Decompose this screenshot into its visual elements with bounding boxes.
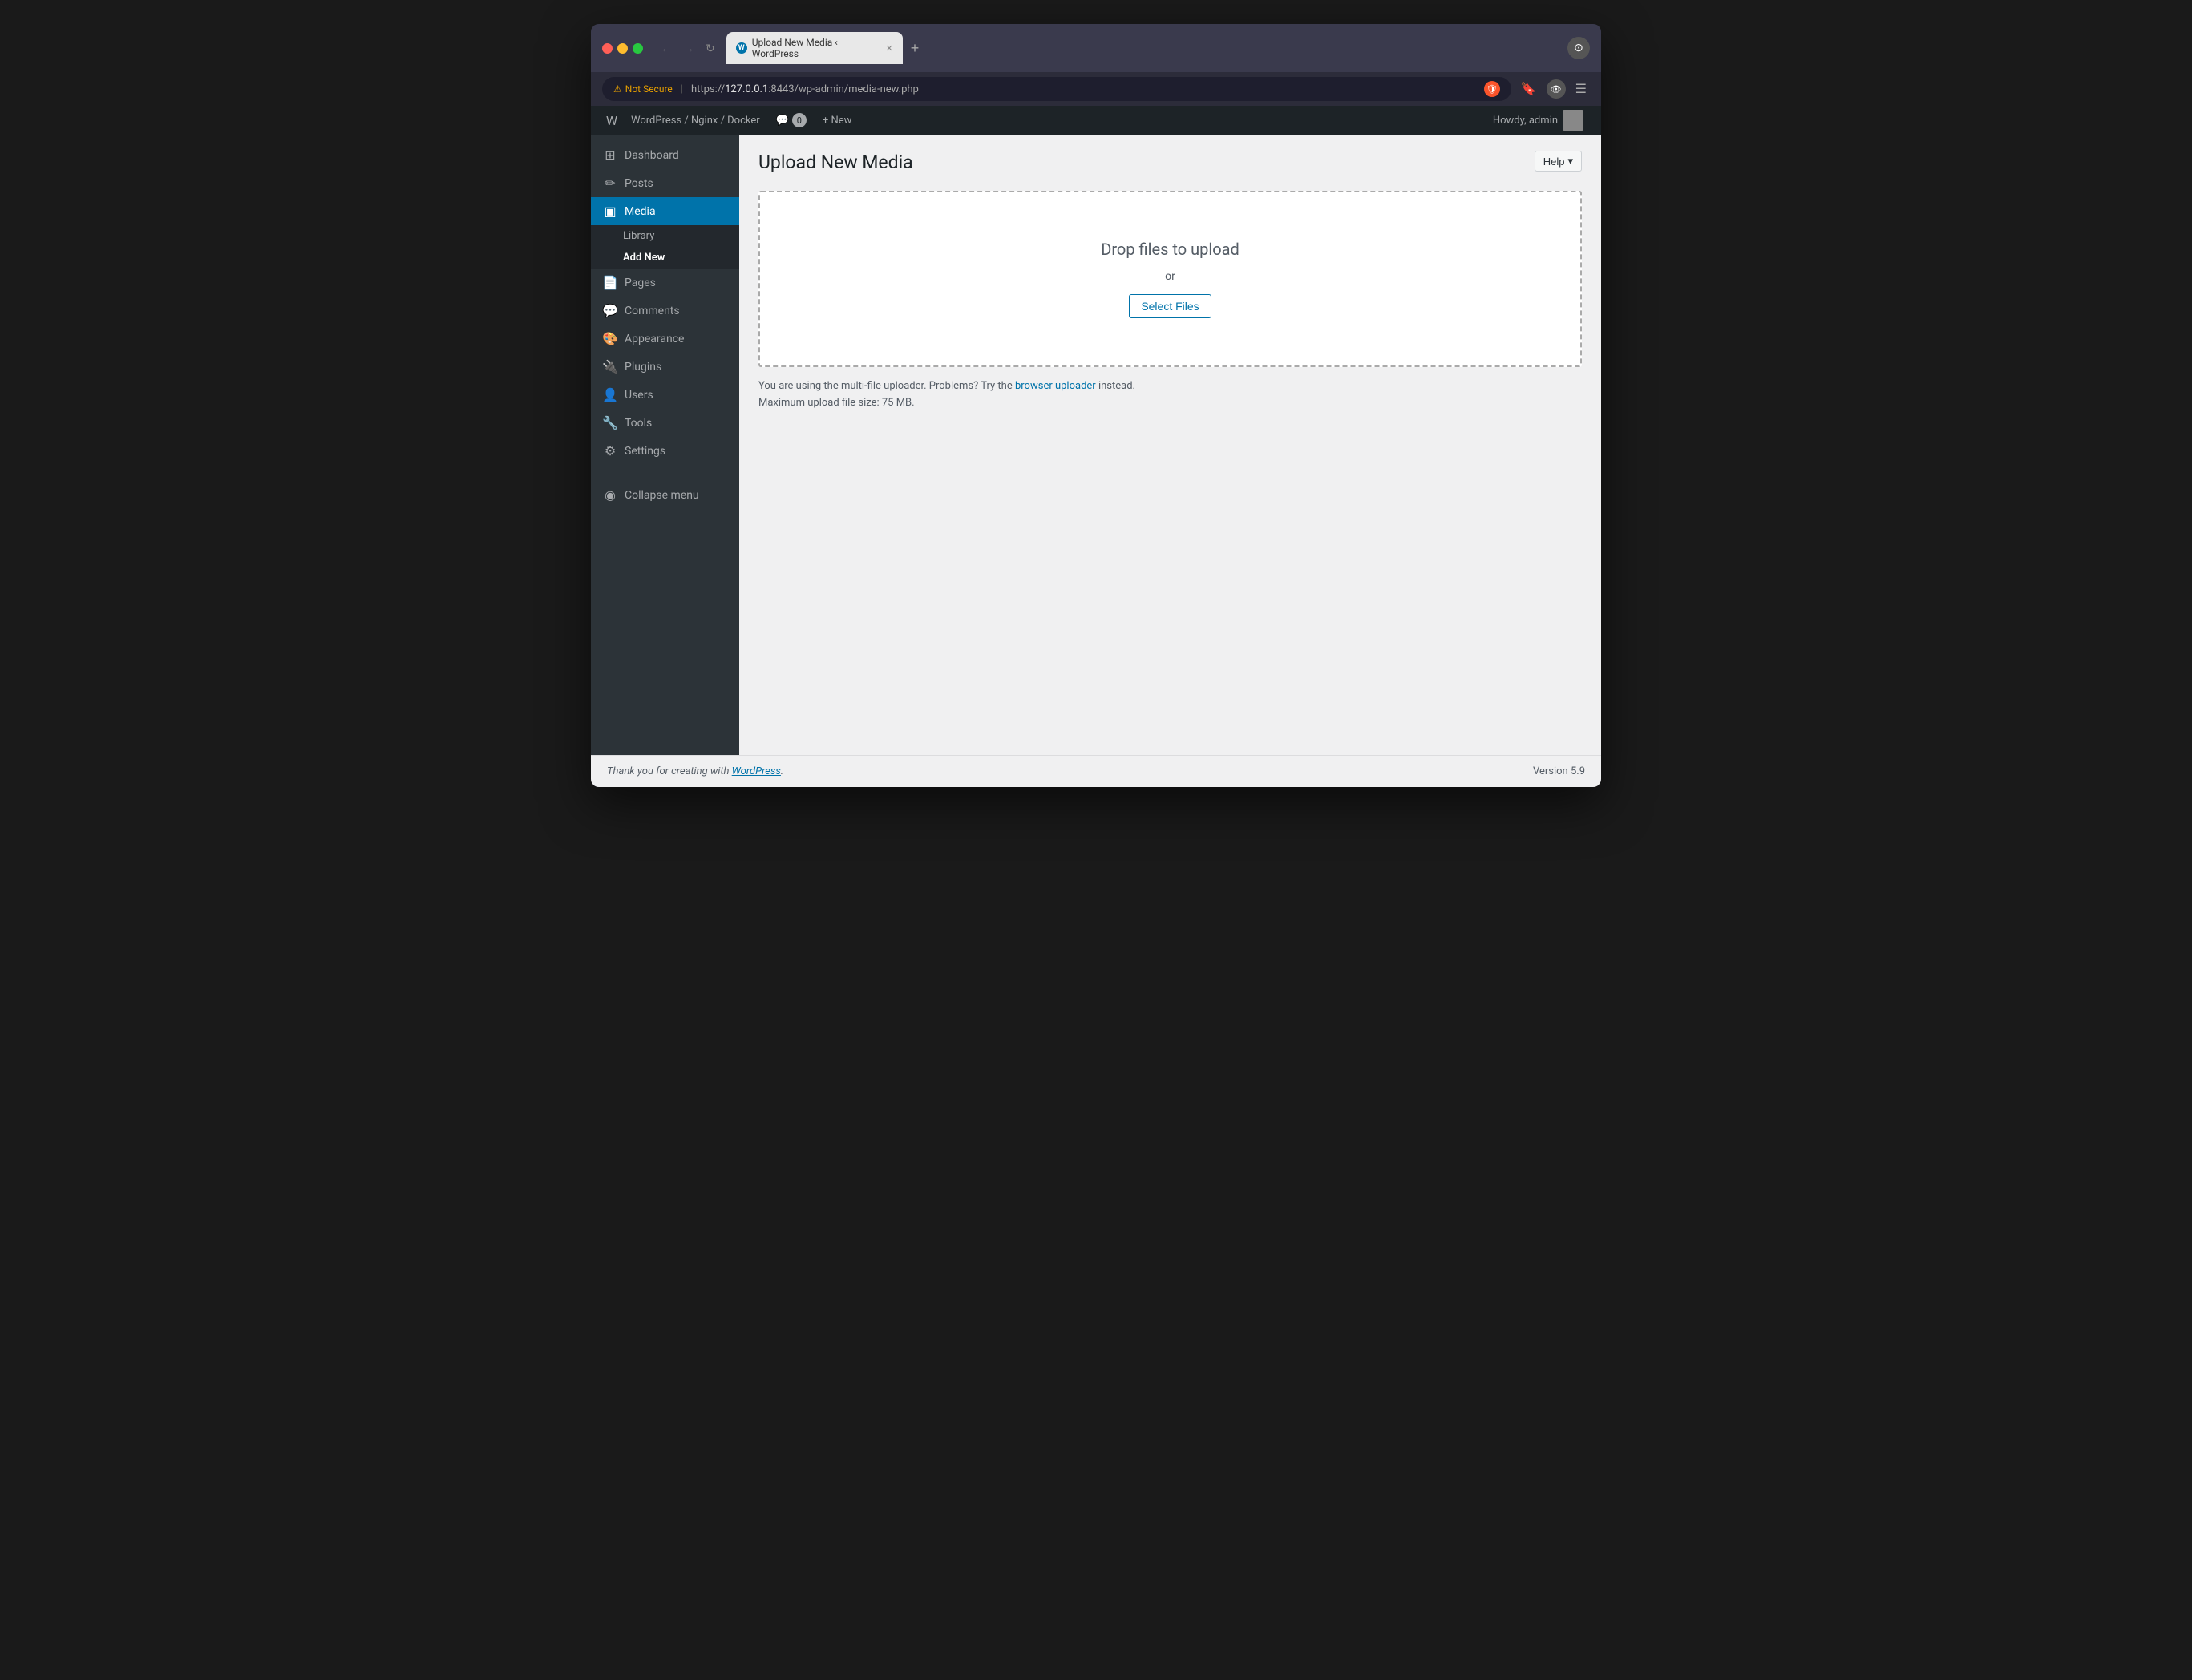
page-title: Upload New Media [758, 151, 913, 175]
bookmark-button[interactable]: 🔖 [1518, 78, 1540, 100]
posts-icon: ✏ [602, 176, 618, 191]
appearance-icon: 🎨 [602, 331, 618, 346]
security-warning: ⚠ Not Secure [613, 83, 673, 95]
sidebar-item-dashboard[interactable]: ⊞ Dashboard [591, 141, 739, 169]
toolbar-right: 🔖 👁 ☰ [1518, 78, 1590, 100]
adminbar-comments[interactable]: 💬 0 [768, 113, 815, 127]
or-text: or [1165, 270, 1175, 283]
footer-version: Version 5.9 [1533, 765, 1585, 777]
tab-bar: W Upload New Media ‹ WordPress ✕ + [726, 32, 1553, 64]
select-files-button[interactable]: Select Files [1129, 294, 1211, 318]
sidebar-item-posts[interactable]: ✏ Posts [591, 169, 739, 197]
tab-close-button[interactable]: ✕ [886, 43, 893, 54]
sidebar-label-dashboard: Dashboard [625, 149, 679, 162]
sidebar-item-media[interactable]: ▣ Media [591, 197, 739, 225]
plugins-icon: 🔌 [602, 359, 618, 374]
forward-button[interactable]: → [680, 38, 698, 58]
max-upload-label: Maximum upload file size: 75 MB. [758, 397, 1582, 409]
browser-toolbar: ⚠ Not Secure | https://127.0.0.1:8443/wp… [591, 72, 1601, 106]
sidebar-label-posts: Posts [625, 177, 653, 190]
wordpress-link[interactable]: WordPress [732, 765, 781, 777]
sidebar-label-media: Media [625, 205, 656, 218]
tab-title: Upload New Media ‹ WordPress [752, 37, 881, 59]
collapse-icon: ◉ [602, 487, 618, 503]
browser-uploader-link[interactable]: browser uploader [1015, 380, 1096, 392]
sidebar-item-plugins[interactable]: 🔌 Plugins [591, 353, 739, 381]
back-button[interactable]: ← [657, 38, 675, 58]
browser-menu-icon: ⊙ [1567, 37, 1590, 59]
wp-content: Upload New Media Help ▾ Drop files to up… [739, 135, 1601, 755]
adminbar-new[interactable]: + New [815, 115, 860, 127]
sidebar-item-tools[interactable]: 🔧 Tools [591, 409, 739, 437]
comments-count: 0 [792, 113, 807, 127]
tab-favicon: W [736, 42, 747, 54]
sidebar-label-settings: Settings [625, 445, 665, 458]
sidebar-label-users: Users [625, 389, 653, 402]
wp-adminbar: W WordPress / Nginx / Docker 💬 0 + New H… [591, 106, 1601, 135]
sidebar-item-users[interactable]: 👤 Users [591, 381, 739, 409]
footer-thank-you: Thank you for creating with WordPress. [607, 765, 783, 777]
wp-main: ⊞ Dashboard ✏ Posts ▣ Media Library Add … [591, 135, 1601, 755]
wp-layout: W WordPress / Nginx / Docker 💬 0 + New H… [591, 106, 1601, 787]
new-tab-button[interactable]: + [906, 38, 924, 59]
address-text: https://127.0.0.1:8443/wp-admin/media-ne… [691, 83, 919, 95]
traffic-lights [602, 43, 643, 54]
sidebar-collapse-menu[interactable]: ◉ Collapse menu [591, 481, 739, 509]
media-icon: ▣ [602, 204, 618, 219]
maximize-button[interactable] [633, 43, 643, 54]
hamburger-menu-button[interactable]: ☰ [1572, 78, 1590, 100]
browser-nav: ← → ↻ [657, 38, 718, 59]
browser-titlebar: ← → ↻ W Upload New Media ‹ WordPress ✕ +… [591, 24, 1601, 72]
settings-icon: ⚙ [602, 443, 618, 458]
sidebar-label-pages: Pages [625, 277, 656, 289]
sidebar-label-comments: Comments [625, 305, 680, 317]
sidebar-label-tools: Tools [625, 417, 652, 430]
adminbar-right: Howdy, admin [1485, 110, 1591, 131]
brave-shield-icon: 🛡 [1484, 81, 1500, 97]
warning-icon: ⚠ [613, 83, 622, 95]
media-submenu: Library Add New [591, 225, 739, 269]
help-button[interactable]: Help ▾ [1535, 151, 1582, 172]
brave-rewards-button[interactable]: 👁 [1547, 79, 1566, 99]
help-arrow-icon: ▾ [1567, 155, 1573, 168]
comments-icon: 💬 [602, 303, 618, 318]
reload-button[interactable]: ↻ [702, 38, 718, 59]
pages-icon: 📄 [602, 275, 618, 290]
sidebar-item-settings[interactable]: ⚙ Settings [591, 437, 739, 465]
sidebar-item-pages[interactable]: 📄 Pages [591, 269, 739, 297]
drop-text: Drop files to upload [1101, 240, 1240, 259]
help-label: Help [1543, 155, 1565, 168]
upload-info: You are using the multi-file uploader. P… [758, 380, 1582, 392]
dashboard-icon: ⊞ [602, 147, 618, 163]
sidebar-subitem-library[interactable]: Library [591, 225, 739, 247]
comment-icon: 💬 [776, 115, 789, 127]
collapse-label: Collapse menu [625, 489, 699, 502]
minimize-button[interactable] [617, 43, 628, 54]
content-header: Upload New Media Help ▾ [758, 151, 1582, 175]
wp-footer: Thank you for creating with WordPress. V… [591, 755, 1601, 787]
adminbar-user[interactable]: Howdy, admin [1485, 110, 1591, 131]
wp-logo[interactable]: W [601, 109, 623, 131]
wp-sidebar: ⊞ Dashboard ✏ Posts ▣ Media Library Add … [591, 135, 739, 755]
close-button[interactable] [602, 43, 613, 54]
upload-dropzone[interactable]: Drop files to upload or Select Files [758, 191, 1582, 367]
users-icon: 👤 [602, 387, 618, 402]
active-tab[interactable]: W Upload New Media ‹ WordPress ✕ [726, 32, 903, 64]
address-separator: | [681, 83, 683, 95]
sidebar-subitem-add-new[interactable]: Add New [591, 247, 739, 269]
adminbar-site-name[interactable]: WordPress / Nginx / Docker [623, 106, 768, 135]
sidebar-label-appearance: Appearance [625, 333, 684, 345]
sidebar-item-appearance[interactable]: 🎨 Appearance [591, 325, 739, 353]
tools-icon: 🔧 [602, 415, 618, 430]
sidebar-label-plugins: Plugins [625, 361, 661, 374]
admin-avatar [1563, 110, 1583, 131]
address-bar[interactable]: ⚠ Not Secure | https://127.0.0.1:8443/wp… [602, 77, 1511, 101]
sidebar-item-comments[interactable]: 💬 Comments [591, 297, 739, 325]
